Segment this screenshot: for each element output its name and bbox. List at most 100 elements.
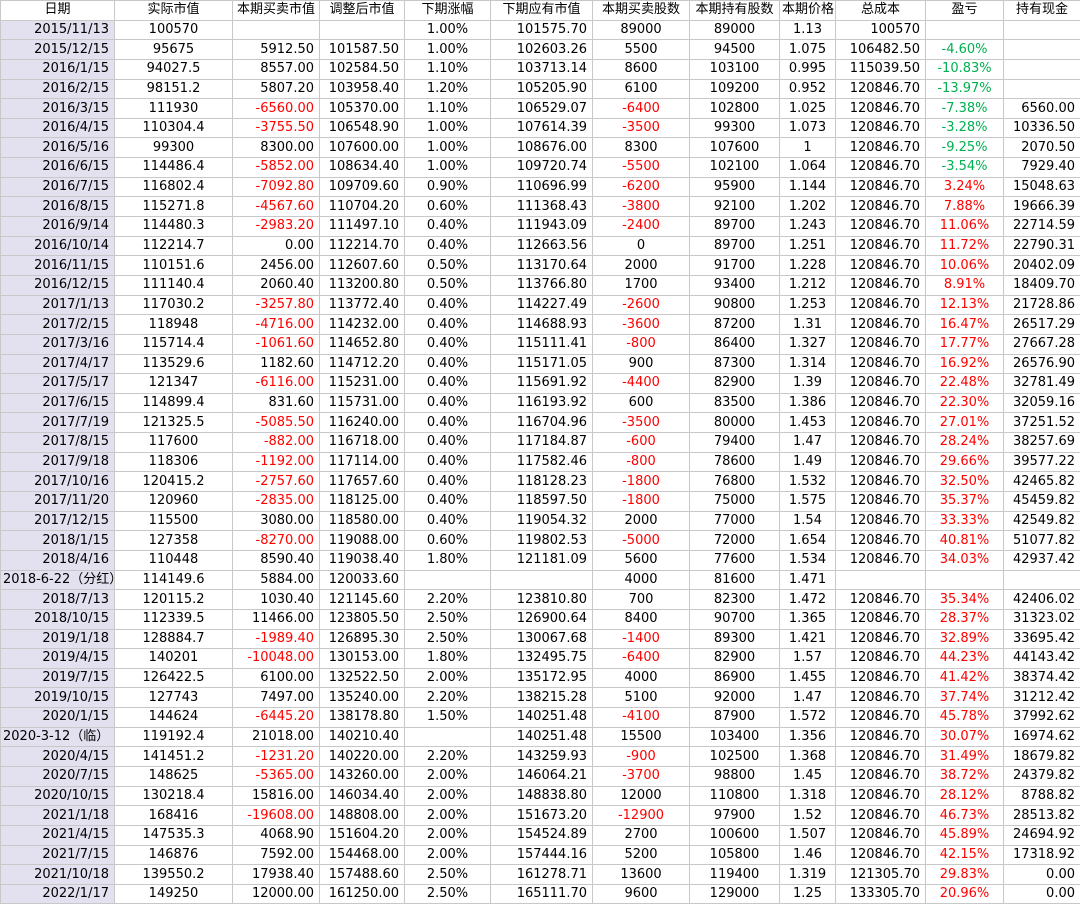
adjusted-value-cell[interactable]: 146034.40 <box>319 785 405 807</box>
cash-cell[interactable]: 18679.82 <box>1003 746 1080 767</box>
adjusted-value-cell[interactable]: 154468.00 <box>319 844 405 866</box>
trade-value-cell[interactable]: -7092.80 <box>232 176 320 198</box>
held-shares-cell[interactable]: 103100 <box>689 58 780 80</box>
market-value-cell[interactable]: 121325.5 <box>114 412 233 434</box>
adjusted-value-cell[interactable]: 121145.60 <box>319 589 405 610</box>
date-cell[interactable]: 2016/7/15 <box>0 176 115 198</box>
next-rise-cell[interactable]: 0.50% <box>404 255 491 276</box>
trade-shares-cell[interactable]: 5500 <box>592 39 690 60</box>
next-rise-cell[interactable]: 2.00% <box>404 785 491 807</box>
price-cell[interactable]: 1.471 <box>779 569 836 591</box>
next-rise-cell[interactable]: 0.60% <box>404 196 491 218</box>
date-cell[interactable]: 2016/8/15 <box>0 196 115 218</box>
header-trade-shares[interactable]: 本期买卖股数 <box>592 0 690 21</box>
next-rise-cell[interactable]: 2.50% <box>404 628 491 650</box>
held-shares-cell[interactable]: 87200 <box>689 314 780 335</box>
total-cost-cell[interactable]: 120846.70 <box>835 176 926 198</box>
price-cell[interactable]: 1.064 <box>779 157 836 178</box>
adjusted-value-cell[interactable]: 102584.50 <box>319 58 405 80</box>
trade-value-cell[interactable]: 4068.90 <box>232 824 320 846</box>
date-cell[interactable]: 2016/2/15 <box>0 78 115 100</box>
total-cost-cell[interactable]: 120846.70 <box>835 255 926 276</box>
next-rise-cell[interactable]: 1.00% <box>404 157 491 178</box>
trade-shares-cell[interactable]: -800 <box>592 333 690 355</box>
price-cell[interactable]: 1.202 <box>779 196 836 218</box>
trade-value-cell[interactable]: 21018.00 <box>232 726 320 748</box>
target-value-cell[interactable]: 116193.92 <box>490 392 593 414</box>
trade-shares-cell[interactable]: 0 <box>592 235 690 257</box>
held-shares-cell[interactable]: 95900 <box>689 176 780 198</box>
market-value-cell[interactable]: 111140.4 <box>114 274 233 296</box>
market-value-cell[interactable]: 110151.6 <box>114 255 233 276</box>
trade-shares-cell[interactable]: 12000 <box>592 785 690 807</box>
adjusted-value-cell[interactable]: 151604.20 <box>319 824 405 846</box>
total-cost-cell[interactable]: 120846.70 <box>835 373 926 394</box>
next-rise-cell[interactable]: 0.40% <box>404 510 491 532</box>
cash-cell[interactable] <box>1003 39 1080 60</box>
date-cell[interactable]: 2016/10/14 <box>0 235 115 257</box>
total-cost-cell[interactable]: 120846.70 <box>835 412 926 434</box>
cash-cell[interactable]: 26517.29 <box>1003 314 1080 335</box>
total-cost-cell[interactable]: 120846.70 <box>835 707 926 728</box>
next-rise-cell[interactable]: 0.60% <box>404 530 491 551</box>
total-cost-cell[interactable]: 120846.70 <box>835 235 926 257</box>
adjusted-value-cell[interactable]: 112607.60 <box>319 255 405 276</box>
price-cell[interactable]: 1.45 <box>779 765 836 787</box>
header-price[interactable]: 本期价格 <box>779 0 836 21</box>
price-cell[interactable]: 1.144 <box>779 176 836 198</box>
held-shares-cell[interactable]: 129000 <box>689 883 780 905</box>
trade-value-cell[interactable]: 6100.00 <box>232 667 320 689</box>
trade-value-cell[interactable]: 8590.40 <box>232 549 320 571</box>
held-shares-cell[interactable]: 107600 <box>689 137 780 159</box>
profit-loss-cell[interactable]: 22.30% <box>925 392 1004 414</box>
held-shares-cell[interactable]: 87300 <box>689 353 780 375</box>
header-adjusted-value[interactable]: 调整后市值 <box>319 0 405 21</box>
total-cost-cell[interactable]: 120846.70 <box>835 510 926 532</box>
target-value-cell[interactable]: 102603.26 <box>490 39 593 60</box>
trade-value-cell[interactable]: -1192.00 <box>232 451 320 473</box>
profit-loss-cell[interactable]: 35.34% <box>925 589 1004 610</box>
profit-loss-cell[interactable]: 8.91% <box>925 274 1004 296</box>
next-rise-cell[interactable]: 0.40% <box>404 392 491 414</box>
price-cell[interactable]: 1.386 <box>779 392 836 414</box>
target-value-cell[interactable]: 121181.09 <box>490 549 593 571</box>
adjusted-value-cell[interactable]: 118125.00 <box>319 491 405 512</box>
held-shares-cell[interactable]: 82300 <box>689 589 780 610</box>
target-value-cell[interactable]: 114227.49 <box>490 294 593 316</box>
target-value-cell[interactable]: 138215.28 <box>490 687 593 709</box>
trade-value-cell[interactable]: 11466.00 <box>232 608 320 630</box>
price-cell[interactable]: 1.356 <box>779 726 836 748</box>
next-rise-cell[interactable]: 0.40% <box>404 412 491 434</box>
price-cell[interactable]: 1.472 <box>779 589 836 610</box>
target-value-cell[interactable]: 119802.53 <box>490 530 593 551</box>
next-rise-cell[interactable]: 0.40% <box>404 451 491 473</box>
trade-shares-cell[interactable]: 8400 <box>592 608 690 630</box>
target-value-cell[interactable]: 105205.90 <box>490 78 593 100</box>
total-cost-cell[interactable]: 121305.70 <box>835 864 926 885</box>
price-cell[interactable]: 1.253 <box>779 294 836 316</box>
target-value-cell[interactable]: 143259.93 <box>490 746 593 767</box>
header-target-value[interactable]: 下期应有市值 <box>490 0 593 21</box>
trade-value-cell[interactable]: -5365.00 <box>232 765 320 787</box>
cash-cell[interactable]: 31212.42 <box>1003 687 1080 709</box>
trade-value-cell[interactable]: -2757.60 <box>232 471 320 493</box>
trade-value-cell[interactable]: -8270.00 <box>232 530 320 551</box>
profit-loss-cell[interactable]: 3.24% <box>925 176 1004 198</box>
price-cell[interactable]: 1.49 <box>779 451 836 473</box>
cash-cell[interactable]: 20402.09 <box>1003 255 1080 276</box>
next-rise-cell[interactable]: 1.50% <box>404 707 491 728</box>
trade-shares-cell[interactable]: -2400 <box>592 216 690 237</box>
held-shares-cell[interactable]: 110800 <box>689 785 780 807</box>
cash-cell[interactable]: 24694.92 <box>1003 824 1080 846</box>
trade-shares-cell[interactable]: -1800 <box>592 471 690 493</box>
price-cell[interactable]: 1.243 <box>779 216 836 237</box>
date-cell[interactable]: 2018/10/15 <box>0 608 115 630</box>
adjusted-value-cell[interactable]: 130153.00 <box>319 648 405 669</box>
profit-loss-cell[interactable]: 45.78% <box>925 707 1004 728</box>
adjusted-value-cell[interactable]: 114712.20 <box>319 353 405 375</box>
next-rise-cell[interactable]: 0.90% <box>404 176 491 198</box>
trade-shares-cell[interactable]: 9600 <box>592 883 690 905</box>
total-cost-cell[interactable]: 120846.70 <box>835 274 926 296</box>
adjusted-value-cell[interactable]: 148808.00 <box>319 805 405 826</box>
total-cost-cell[interactable]: 120846.70 <box>835 667 926 689</box>
